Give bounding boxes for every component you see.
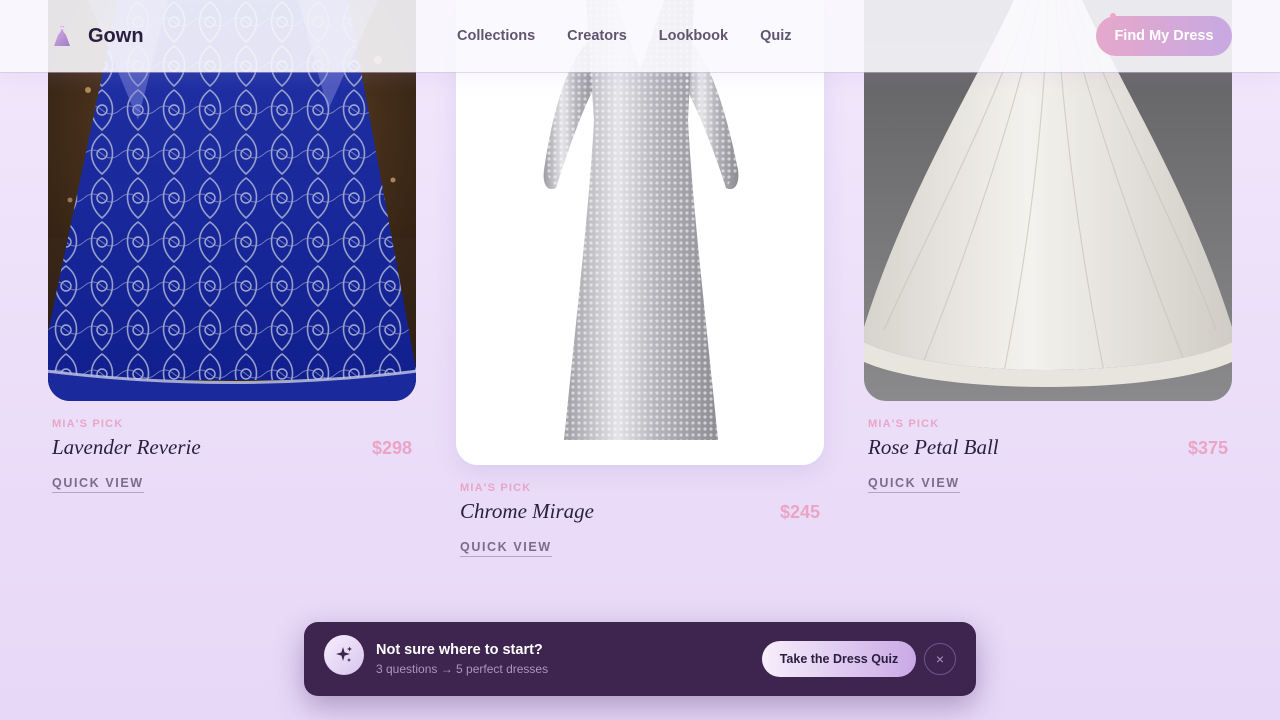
product-card[interactable]: MIA'S PICK Lavender Reverie $298 QUICK V… [48,0,416,493]
brand-logo[interactable]: Gown [48,22,144,50]
dress-icon [48,22,76,50]
toast-subtitle: 3 questions → 5 perfect dresses [376,662,549,676]
nav-lookbook[interactable]: Lookbook [659,28,728,44]
product-badge: MIA'S PICK [868,418,940,430]
site-header: Gown Collections Creators Lookbook Quiz … [0,0,1280,72]
find-my-dress-label: Find My Dress [1114,28,1214,44]
find-my-dress-button[interactable]: Find My Dress [1096,13,1232,56]
product-price: $375 [1187,438,1228,458]
close-toast-button[interactable]: × [924,643,956,675]
sparkle-icon [324,635,364,675]
quick-view-link[interactable]: QUICK VIEW [868,476,960,493]
quick-view-link[interactable]: QUICK VIEW [460,540,552,557]
product-name[interactable]: Rose Petal Ball [868,435,999,460]
close-icon: × [935,651,945,667]
product-price: $298 [371,438,412,458]
product-name[interactable]: Chrome Mirage [460,499,594,524]
product-name[interactable]: Lavender Reverie [52,435,201,460]
nav-collections[interactable]: Collections [457,28,535,44]
nav-creators[interactable]: Creators [567,28,627,44]
product-card[interactable]: MIA'S PICK Chrome Mirage $245 QUICK VIEW [456,0,824,557]
brand-name: Gown [88,24,144,47]
nav-quiz[interactable]: Quiz [760,28,791,44]
product-badge: MIA'S PICK [52,418,124,430]
product-badge: MIA'S PICK [460,482,532,494]
take-quiz-button[interactable]: Take the Dress Quiz [762,641,916,677]
main-nav: Collections Creators Lookbook Quiz [457,0,792,72]
notification-dot [1110,13,1116,19]
quiz-toast: Not sure where to start? 3 questions → 5… [304,622,976,696]
product-price: $245 [779,502,820,522]
product-card[interactable]: MIA'S PICK Rose Petal Ball $375 QUICK VI… [864,0,1232,493]
quick-view-link[interactable]: QUICK VIEW [52,476,144,493]
toast-title: Not sure where to start? [376,642,543,658]
